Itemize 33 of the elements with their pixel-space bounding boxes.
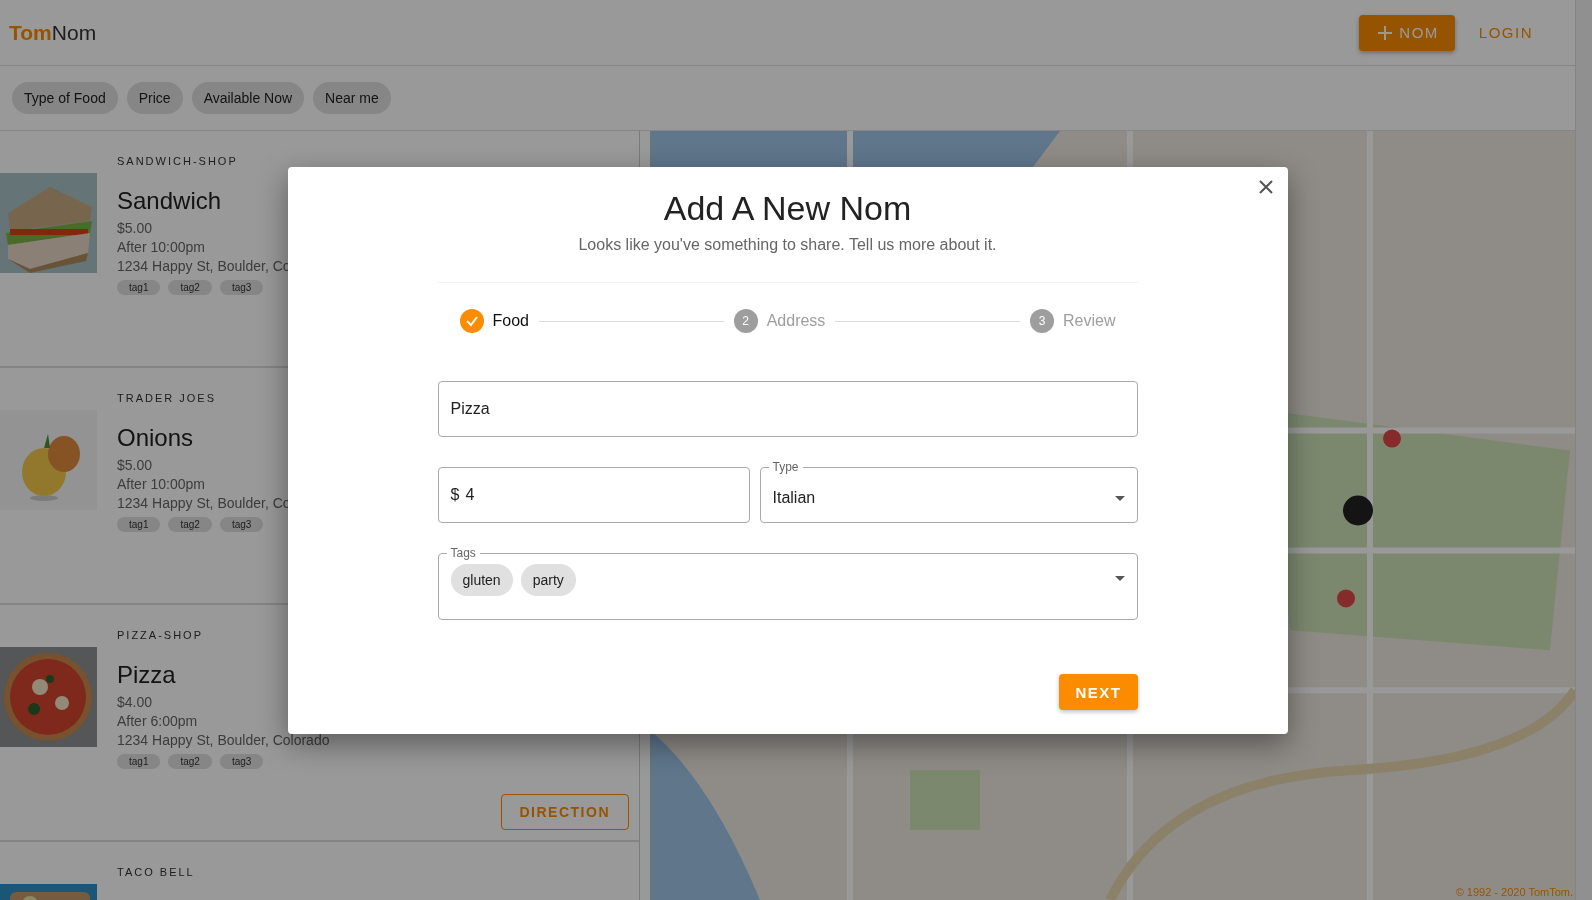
shop-name: PIZZA-SHOP <box>117 629 203 641</box>
food-price: $4.00 <box>117 693 153 712</box>
dialog-title: Add A New Nom <box>663 189 912 228</box>
shop-name: SANDWICH-SHOP <box>117 155 238 167</box>
step-label: Address <box>766 312 826 330</box>
tag-chip: tag1 <box>117 754 161 769</box>
step-label: Review <box>1063 312 1116 330</box>
tag-chip: tag1 <box>117 517 161 532</box>
step-label: Food <box>492 312 529 330</box>
available-time: After 6:00pm <box>117 712 198 731</box>
tag-chip: tag3 <box>219 280 264 295</box>
shop-name: TRADER JOES <box>117 392 216 404</box>
tag-chip: tag2 <box>168 754 212 769</box>
tag-chip: tag2 <box>168 280 212 295</box>
available-time: After 10:00pm <box>117 475 205 494</box>
available-time: After 10:00pm <box>117 238 205 257</box>
field-label: Tags <box>449 546 477 560</box>
tag-chip: tag3 <box>219 517 264 532</box>
tag-chip: tag2 <box>168 517 212 532</box>
map-attribution: © 1992 - 2020 TomTom. <box>1455 886 1573 898</box>
food-name: Onions <box>117 424 194 452</box>
field-label: Type <box>771 460 800 474</box>
tag-chip: tag1 <box>117 280 161 295</box>
tag-chip: tag3 <box>219 754 264 769</box>
step-number: 2 <box>733 309 758 333</box>
dialog-subtitle: Looks like you've something to share. Tell us more about it. <box>578 236 997 254</box>
step-number: 3 <box>1030 309 1055 333</box>
food-price: $5.00 <box>117 456 153 475</box>
address: 1234 Happy St, Boulder, Colorado <box>117 731 330 750</box>
food-name: Sandwich <box>117 187 222 215</box>
shop-name: TACO BELL <box>117 866 195 878</box>
food-name: Pizza <box>117 661 176 689</box>
food-price: $5.00 <box>117 219 153 238</box>
